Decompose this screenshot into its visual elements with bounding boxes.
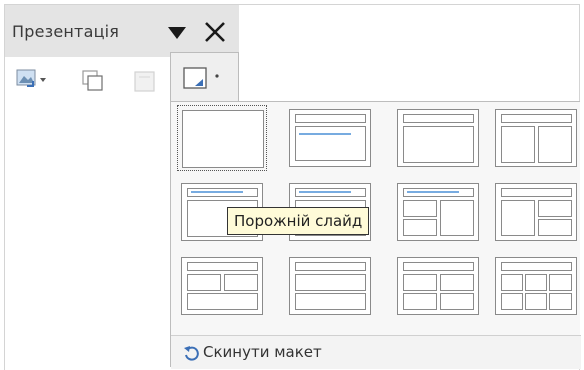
layout-thumbnail	[397, 257, 479, 315]
layout-thumbnail	[182, 110, 264, 168]
panel-titlebar: Презентація	[5, 5, 239, 58]
layout-blank[interactable]	[177, 105, 267, 171]
placeholder-box	[501, 274, 523, 291]
layout-title-2-content-and[interactable]	[491, 179, 581, 245]
layout-title-4-content[interactable]	[393, 253, 483, 319]
placeholder-box	[403, 126, 474, 163]
layout-thumbnail	[397, 183, 479, 241]
delete-slide-icon	[134, 71, 155, 92]
placeholder-box	[549, 274, 572, 291]
placeholder-box	[224, 274, 258, 291]
layout-title-6-content[interactable]	[491, 253, 581, 319]
placeholder-box	[538, 200, 572, 217]
placeholder-box	[501, 293, 523, 310]
placeholder-box	[549, 293, 572, 310]
undo-arrow-icon	[184, 346, 199, 361]
placeholder-box	[538, 219, 572, 236]
layout-title-content[interactable]	[285, 105, 375, 171]
placeholder-box	[295, 274, 366, 291]
placeholder-box	[295, 262, 366, 271]
layout-thumbnail	[289, 109, 371, 167]
insert-image-icon	[16, 69, 46, 87]
delete-slide-button[interactable]	[133, 70, 157, 98]
slide-layout-icon	[183, 67, 219, 89]
layout-thumbnail	[397, 109, 479, 167]
layout-thumbnail	[495, 257, 577, 315]
close-panel-button[interactable]	[204, 21, 226, 47]
placeholder-box	[295, 126, 366, 161]
placeholder-box	[501, 262, 572, 271]
triangle-down-icon	[168, 27, 186, 39]
placeholder-box	[403, 274, 437, 291]
layout-thumbnail	[495, 109, 577, 167]
layout-title-content-box[interactable]	[393, 105, 483, 171]
reset-layout-label: Скинути макет	[203, 343, 322, 361]
placeholder-box	[538, 126, 572, 163]
placeholder-box	[295, 293, 366, 310]
slide-outline	[182, 110, 264, 168]
placeholder-box	[525, 293, 547, 310]
placeholder-box	[403, 114, 474, 123]
duplicate-slide-button[interactable]	[82, 70, 106, 98]
layout-title-two-columns[interactable]	[491, 105, 581, 171]
layout-title-content-and-2[interactable]	[393, 179, 483, 245]
layout-tooltip: Порожній слайд	[227, 207, 370, 235]
layout-thumbnail	[181, 257, 263, 315]
placeholder-box	[403, 219, 437, 236]
placeholder-box	[525, 274, 547, 291]
placeholder-box	[501, 114, 572, 123]
panel-menu-button[interactable]	[168, 25, 186, 44]
layout-title-content-over[interactable]	[285, 253, 375, 319]
layout-title-2-content-over[interactable]	[177, 253, 267, 319]
placeholder-box	[440, 200, 474, 236]
placeholder-box	[187, 293, 258, 310]
slide-layout-button[interactable]	[170, 52, 239, 104]
placeholder-box	[295, 114, 366, 123]
close-icon	[205, 22, 225, 42]
placeholder-box	[187, 262, 258, 271]
placeholder-box	[440, 293, 474, 310]
placeholder-box	[501, 126, 535, 163]
layout-thumbnail	[289, 257, 371, 315]
duplicate-slide-icon	[82, 70, 103, 91]
placeholder-box	[440, 274, 474, 291]
placeholder-box	[501, 200, 535, 236]
reset-bar: Скинути макет	[171, 335, 581, 369]
placeholder-box	[403, 262, 474, 271]
layout-thumbnail	[495, 183, 577, 241]
placeholder-box	[501, 188, 572, 197]
placeholder-box	[403, 293, 437, 310]
placeholder-box	[403, 200, 437, 217]
panel-title: Презентація	[12, 22, 120, 41]
placeholder-box	[187, 274, 221, 291]
insert-image-button[interactable]	[16, 68, 56, 96]
